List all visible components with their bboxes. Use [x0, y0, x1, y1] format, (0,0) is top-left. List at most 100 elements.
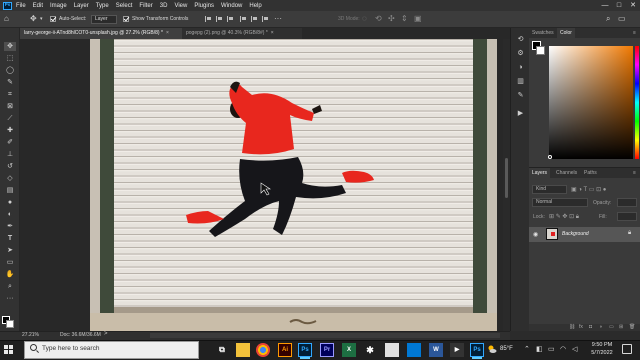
auto-select-checkbox[interactable]	[50, 16, 56, 22]
canvas-scrollbar-thumb[interactable]	[505, 158, 508, 198]
tab-channels[interactable]: Channels	[553, 168, 580, 178]
adjustments-panel-icon[interactable]: ◑	[516, 64, 525, 72]
filter-icons[interactable]: ▣ ◑ T ▭ ⊡ ●	[571, 186, 606, 193]
path-select-tool-icon[interactable]: ➤	[4, 246, 16, 255]
play-icon[interactable]: ▶	[516, 110, 525, 118]
rectangle-tool-icon[interactable]: ▭	[4, 258, 16, 267]
temperature[interactable]: 85°F	[500, 346, 513, 352]
menu-edit[interactable]: Edit	[33, 3, 43, 9]
fill-input[interactable]	[617, 212, 637, 221]
adjustment-layer-icon[interactable]: ◑	[599, 324, 602, 331]
pen-tool-icon[interactable]: ✒	[4, 222, 16, 231]
3d-pan-icon[interactable]: ✣	[388, 14, 395, 24]
marquee-tool-icon[interactable]: ⬚	[4, 54, 16, 63]
panel-menu-icon[interactable]: ≡	[630, 168, 639, 178]
new-group-icon[interactable]: ▭	[609, 324, 614, 331]
trash-icon[interactable]: 🗑︎	[629, 324, 635, 331]
panel-menu-icon[interactable]: ≡	[630, 28, 639, 38]
wifi-icon[interactable]: ◠	[560, 345, 566, 354]
lock-icon[interactable]: 🔒︎	[628, 230, 631, 237]
blend-mode-dropdown[interactable]: Normal	[532, 198, 588, 207]
healing-brush-tool-icon[interactable]: ✚	[4, 126, 16, 135]
move-tool-icon[interactable]: ✥	[4, 42, 16, 51]
3d-orbit-icon[interactable]: ◌	[362, 14, 367, 24]
task-view-icon[interactable]: ⧉	[215, 343, 229, 357]
zoom-level[interactable]: 27.21%	[22, 332, 39, 339]
color-picker-cursor[interactable]	[548, 155, 552, 159]
layer-kind-filter[interactable]: Kind	[532, 185, 567, 194]
align-bottom-icon[interactable]	[262, 16, 269, 22]
more-tools-icon[interactable]: ···	[4, 294, 16, 303]
close-icon[interactable]: ×	[166, 30, 169, 36]
home-icon[interactable]: ⌂	[4, 14, 9, 24]
lasso-tool-icon[interactable]: ◯	[4, 66, 16, 75]
menu-3d[interactable]: 3D	[160, 3, 168, 9]
move-tool-icon[interactable]: ✥	[30, 14, 37, 24]
menu-help[interactable]: Help	[249, 3, 261, 9]
folder-icon[interactable]	[236, 343, 250, 357]
eraser-tool-icon[interactable]: ◇	[4, 174, 16, 183]
files-icon[interactable]	[385, 343, 399, 357]
tab-pogepg[interactable]: pogepg (2).png @ 40.3% (RGB/8#) * ×	[182, 28, 302, 39]
menu-file[interactable]: File	[16, 3, 26, 9]
libraries-panel-icon[interactable]: ▥	[516, 78, 525, 86]
maximize-button[interactable]: □	[612, 0, 626, 11]
canvas-area[interactable]	[20, 39, 510, 331]
frame-tool-icon[interactable]: ⊠	[4, 102, 16, 111]
photos-icon[interactable]	[407, 343, 421, 357]
clock-date[interactable]: 5/7/2022	[588, 350, 616, 356]
chrome-icon[interactable]	[256, 343, 270, 357]
document-image[interactable]	[90, 39, 497, 331]
chevron-down-icon[interactable]: ▾	[40, 14, 43, 24]
menu-layer[interactable]: Layer	[74, 3, 89, 9]
premiere-icon[interactable]: Pr	[320, 343, 334, 357]
menu-plugins[interactable]: Plugins	[194, 3, 214, 9]
layer-name[interactable]: Background	[562, 231, 589, 237]
tab-swatches[interactable]: Swatches	[529, 28, 557, 38]
brush-settings-icon[interactable]: ✎	[516, 92, 525, 100]
more-options-icon[interactable]: ···	[274, 14, 282, 24]
fx-icon[interactable]: fx	[579, 324, 583, 331]
align-top-icon[interactable]	[240, 16, 247, 22]
tab-larry-george[interactable]: larry-george-ii-ATnd8hlCOT0-unsplash.jpg…	[20, 28, 182, 39]
windows-start-button[interactable]	[4, 345, 14, 355]
clone-stamp-tool-icon[interactable]: ⊥	[4, 150, 16, 159]
menu-type[interactable]: Type	[96, 3, 109, 9]
opacity-input[interactable]	[617, 198, 637, 207]
hand-tool-icon[interactable]: ✋	[4, 270, 16, 279]
auto-select-dropdown[interactable]: Layer	[91, 15, 117, 24]
media-icon[interactable]: ▶	[450, 343, 464, 357]
brush-tool-icon[interactable]: ✐	[4, 138, 16, 147]
clock-time[interactable]: 9:50 PM	[588, 342, 616, 348]
zoom-tool-icon[interactable]: ⌕	[4, 282, 16, 291]
align-center-icon[interactable]	[216, 16, 223, 22]
color-picker-field[interactable]	[549, 46, 633, 159]
3d-camera-icon[interactable]: ▣	[414, 14, 422, 24]
notification-icon[interactable]	[622, 344, 632, 354]
photoshop-icon[interactable]: Ps	[470, 343, 484, 357]
properties-panel-icon[interactable]: ⚙	[516, 50, 525, 58]
align-right-icon[interactable]	[227, 16, 234, 22]
close-icon[interactable]: ×	[271, 30, 274, 36]
menu-window[interactable]: Window	[221, 3, 242, 9]
tab-paths[interactable]: Paths	[581, 168, 600, 178]
menu-view[interactable]: View	[174, 3, 187, 9]
word-icon[interactable]: W	[429, 343, 443, 357]
eyedropper-tool-icon[interactable]: ⟋	[4, 114, 16, 123]
history-panel-icon[interactable]: ⟲	[516, 36, 525, 44]
photoshop-icon[interactable]: Ps	[298, 343, 312, 357]
close-window-button[interactable]: ✕	[626, 0, 640, 11]
menu-select[interactable]: Select	[116, 3, 133, 9]
background-color-swatch[interactable]	[536, 46, 545, 55]
align-left-icon[interactable]	[205, 16, 212, 22]
illustrator-icon[interactable]: Ai	[278, 343, 292, 357]
search-icon[interactable]: ⌕	[606, 14, 610, 24]
minimize-button[interactable]: —	[598, 0, 612, 11]
workspace-icon[interactable]: ▭	[618, 14, 626, 24]
lock-icons[interactable]: ⊞ ✎ ✥ ⊡ 🔒︎	[549, 213, 579, 221]
bluetooth-icon[interactable]: ✱	[363, 343, 377, 357]
history-brush-tool-icon[interactable]: ↺	[4, 162, 16, 171]
battery-icon[interactable]: ▭	[548, 345, 555, 354]
align-middle-icon[interactable]	[251, 16, 258, 22]
gradient-tool-icon[interactable]: ▤	[4, 186, 16, 195]
